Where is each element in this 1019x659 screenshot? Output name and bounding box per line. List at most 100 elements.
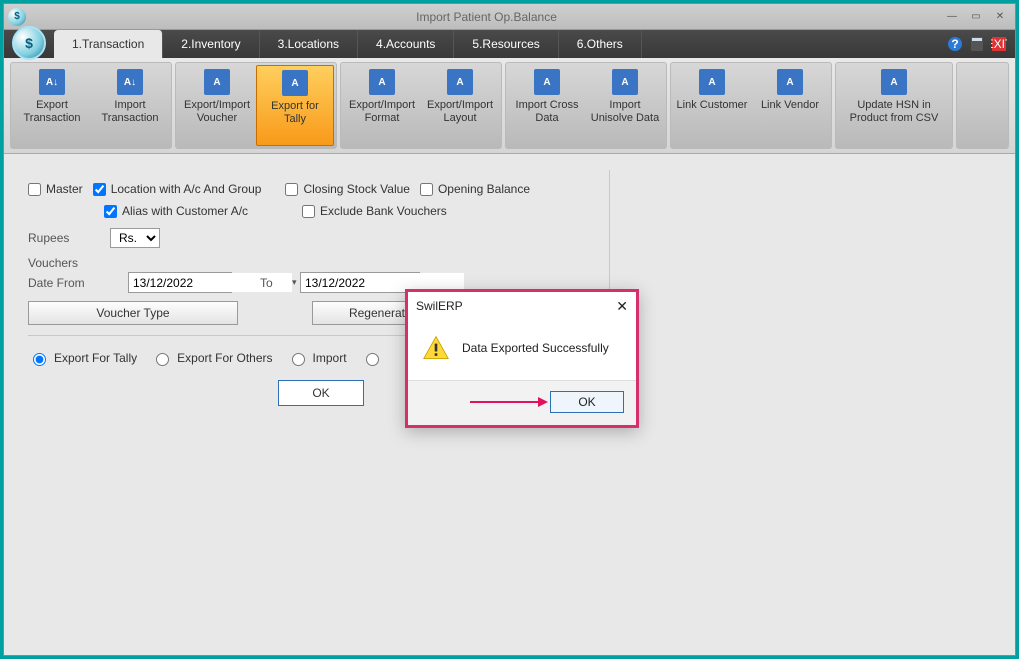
layout-icon: A xyxy=(447,69,473,95)
cross-icon: A xyxy=(534,69,560,95)
tab-locations[interactable]: 3.Locations xyxy=(260,30,358,58)
menu-bar: $ 1.Transaction 2.Inventory 3.Locations … xyxy=(4,30,1015,58)
rupees-select[interactable]: Rs. xyxy=(110,228,160,248)
checkbox-label: Alias with Customer A/c xyxy=(122,204,248,218)
app-menu-icon[interactable]: $ xyxy=(12,26,46,60)
vendor-icon: A xyxy=(777,69,803,95)
location-group-checkbox[interactable]: Location with A/c And Group xyxy=(93,182,262,196)
tab-transaction[interactable]: 1.Transaction xyxy=(54,30,163,58)
link-vendor-button[interactable]: A Link Vendor xyxy=(751,65,829,146)
checkbox-label: Opening Balance xyxy=(438,182,530,196)
update-hsn-button[interactable]: A Update HSN in Product from CSV xyxy=(838,65,950,146)
voucher-type-button[interactable]: Voucher Type xyxy=(28,301,238,325)
warning-icon xyxy=(422,334,450,362)
dropdown-icon[interactable]: ▾ xyxy=(292,277,297,288)
hsn-icon: A xyxy=(881,69,907,95)
export-import-format-button[interactable]: A Export/Import Format xyxy=(343,65,421,146)
app-logo-icon: $ xyxy=(8,8,26,26)
opening-balance-checkbox[interactable]: Opening Balance xyxy=(420,182,530,196)
ribbon-filler xyxy=(956,62,1009,149)
customer-icon: A xyxy=(699,69,725,95)
tab-accounts[interactable]: 4.Accounts xyxy=(358,30,454,58)
checkbox-label: Master xyxy=(46,182,83,196)
date-from-input[interactable]: ▾ xyxy=(128,272,232,293)
ribbon-group-2: A Export/Import Voucher A Export for Tally xyxy=(175,62,337,149)
unisolve-icon: A xyxy=(612,69,638,95)
rlabel: Export Transaction xyxy=(15,99,89,125)
rlabel: Link Customer xyxy=(677,99,748,112)
export-icon: A↓ xyxy=(39,69,65,95)
dialog-close-icon[interactable]: ✕ xyxy=(616,298,628,315)
alias-customer-checkbox[interactable]: Alias with Customer A/c xyxy=(104,204,248,218)
checkbox-label: Location with A/c And Group xyxy=(111,182,262,196)
checkbox-label: Closing Stock Value xyxy=(303,182,410,196)
import-unisolve-button[interactable]: A Import Unisolve Data xyxy=(586,65,664,146)
titlebar: $ Import Patient Op.Balance — ▭ ✕ xyxy=(4,4,1015,30)
to-label: To xyxy=(260,276,290,290)
exclude-bank-checkbox[interactable]: Exclude Bank Vouchers xyxy=(302,204,447,218)
rlabel: Import Transaction xyxy=(93,99,167,125)
maximize-button[interactable]: ▭ xyxy=(965,9,987,25)
help-icon[interactable]: ? xyxy=(947,36,963,52)
radio-label: Export For Tally xyxy=(54,351,137,365)
export-import-voucher-button[interactable]: A Export/Import Voucher xyxy=(178,65,256,146)
import-radio[interactable]: Import xyxy=(287,350,347,366)
extra-radio[interactable] xyxy=(361,350,382,366)
content-area: Master Location with A/c And Group Closi… xyxy=(4,154,1015,655)
closing-stock-checkbox[interactable]: Closing Stock Value xyxy=(285,182,410,196)
dialog-titlebar: SwilERP ✕ xyxy=(408,292,636,320)
tab-others[interactable]: 6.Others xyxy=(559,30,642,58)
export-import-layout-button[interactable]: AExport/Import Layout xyxy=(421,65,499,146)
minimize-button[interactable]: — xyxy=(941,9,963,25)
master-checkbox[interactable]: Master xyxy=(28,182,83,196)
export-transaction-button[interactable]: A↓ Export Transaction xyxy=(13,65,91,146)
rlabel: Update HSN in Product from CSV xyxy=(840,99,948,125)
import-cross-data-button[interactable]: A Import Cross Data xyxy=(508,65,586,146)
dialog-title: SwilERP xyxy=(416,299,463,313)
format-icon: A xyxy=(369,69,395,95)
dialog-footer: OK xyxy=(408,381,636,425)
menu-right-icons: ? EXIT xyxy=(947,30,1015,58)
tally-icon: A xyxy=(282,70,308,96)
date-from-label: Date From xyxy=(28,276,118,290)
rlabel: Export/Import Format xyxy=(345,99,419,125)
tab-inventory[interactable]: 2.Inventory xyxy=(163,30,259,58)
ribbon-group-3: A Export/Import Format AExport/Import Lay… xyxy=(340,62,502,149)
date-to-input[interactable] xyxy=(300,272,420,293)
export-for-tally-button[interactable]: A Export for Tally xyxy=(256,65,334,146)
dialog-body: Data Exported Successfully xyxy=(408,320,636,381)
svg-text:EXIT: EXIT xyxy=(991,37,1007,51)
main-window: $ Import Patient Op.Balance — ▭ ✕ $ 1.Tr… xyxy=(3,3,1016,656)
exit-icon[interactable]: EXIT xyxy=(991,36,1007,52)
voucher-icon: A xyxy=(204,69,230,95)
dialog-ok-button[interactable]: OK xyxy=(550,391,624,413)
vouchers-label: Vouchers xyxy=(28,256,601,270)
ribbon-group-5: A Link Customer A Link Vendor xyxy=(670,62,832,149)
export-tally-radio[interactable]: Export For Tally xyxy=(28,350,137,366)
ribbon-group-4: A Import Cross Data A Import Unisolve Data xyxy=(505,62,667,149)
link-customer-button[interactable]: A Link Customer xyxy=(673,65,751,146)
ribbon-group-1: A↓ Export Transaction A↓ Import Transactio… xyxy=(10,62,172,149)
checkbox-label: Exclude Bank Vouchers xyxy=(320,204,447,218)
import-icon: A↓ xyxy=(117,69,143,95)
rlabel: Import Cross Data xyxy=(510,99,584,125)
window-controls: — ▭ ✕ xyxy=(941,9,1011,25)
calc-icon[interactable] xyxy=(969,36,985,52)
message-dialog: SwilERP ✕ Data Exported Successfully OK xyxy=(405,289,639,428)
rlabel: Export/Import Voucher xyxy=(180,99,254,125)
dialog-message: Data Exported Successfully xyxy=(462,341,609,355)
tab-resources[interactable]: 5.Resources xyxy=(454,30,558,58)
rlabel: Import Unisolve Data xyxy=(588,99,662,125)
ok-button[interactable]: OK xyxy=(278,380,364,406)
rlabel: Link Vendor xyxy=(761,99,819,112)
rlabel: Export for Tally xyxy=(259,100,331,126)
import-transaction-button[interactable]: A↓ Import Transaction xyxy=(91,65,169,146)
ribbon: A↓ Export Transaction A↓ Import Transactio… xyxy=(4,58,1015,154)
ribbon-group-6: A Update HSN in Product from CSV xyxy=(835,62,953,149)
export-others-radio[interactable]: Export For Others xyxy=(151,350,272,366)
radio-label: Export For Others xyxy=(177,351,272,365)
close-button[interactable]: ✕ xyxy=(989,9,1011,25)
radio-label: Import xyxy=(313,351,347,365)
svg-text:?: ? xyxy=(951,37,958,51)
arrow-annotation xyxy=(470,401,540,403)
